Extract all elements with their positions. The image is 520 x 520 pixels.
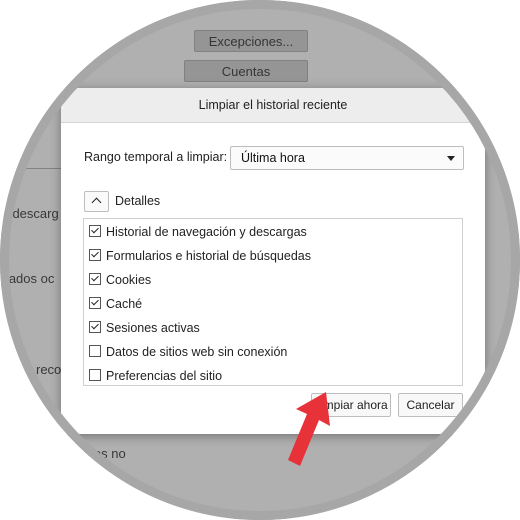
checkbox-forms-search-history[interactable]: Formularios e historial de búsquedas xyxy=(89,246,311,266)
clear-items-list: Historial de navegación y descargas Form… xyxy=(83,218,463,386)
checkbox-label: Formularios e historial de búsquedas xyxy=(106,249,311,263)
details-toggle-button[interactable] xyxy=(84,191,109,212)
time-range-row: Rango temporal a limpiar: Última hora xyxy=(84,146,464,170)
checkbox-site-preferences[interactable]: Preferencias del sitio xyxy=(89,366,222,386)
checkbox-icon xyxy=(89,273,101,285)
checkbox-label: Datos de sitios web sin conexión xyxy=(106,345,288,359)
checkbox-label: Historial de navegación y descargas xyxy=(106,225,307,239)
cancel-button[interactable]: Cancelar xyxy=(398,393,463,417)
time-range-value: Última hora xyxy=(241,151,305,165)
checkbox-active-sessions[interactable]: Sesiones activas xyxy=(89,318,200,338)
checkbox-label: Cookies xyxy=(106,273,152,287)
checkbox-cookies[interactable]: Cookies xyxy=(89,270,151,290)
time-range-select[interactable]: Última hora xyxy=(230,146,464,170)
checkbox-label: Sesiones activas xyxy=(106,321,200,335)
checkbox-icon xyxy=(89,225,101,237)
checkbox-offline-website-data[interactable]: Datos de sitios web sin conexión xyxy=(89,342,287,362)
checkbox-icon xyxy=(89,345,101,357)
details-label: Detalles xyxy=(115,194,161,208)
dialog-title: Limpiar el historial reciente xyxy=(61,88,485,123)
magnifier-lens: Excepciones... Cuentas guardadas... n, d… xyxy=(0,0,520,520)
checkbox-icon xyxy=(89,297,101,309)
chevron-down-icon xyxy=(447,156,455,161)
checkbox-label: Caché xyxy=(106,297,143,311)
time-range-label: Rango temporal a limpiar: xyxy=(84,150,228,164)
chevron-up-icon xyxy=(91,197,102,208)
red-pointer-arrow-icon xyxy=(288,392,330,466)
clear-history-dialog: Limpiar el historial reciente Rango temp… xyxy=(61,88,485,434)
checkbox-browsing-history[interactable]: Historial de navegación y descargas xyxy=(89,222,307,242)
checkbox-cache[interactable]: Caché xyxy=(89,294,142,314)
checkbox-icon xyxy=(89,369,101,381)
checkbox-label: Preferencias del sitio xyxy=(106,369,223,383)
checkbox-icon xyxy=(89,249,101,261)
checkbox-icon xyxy=(89,321,101,333)
